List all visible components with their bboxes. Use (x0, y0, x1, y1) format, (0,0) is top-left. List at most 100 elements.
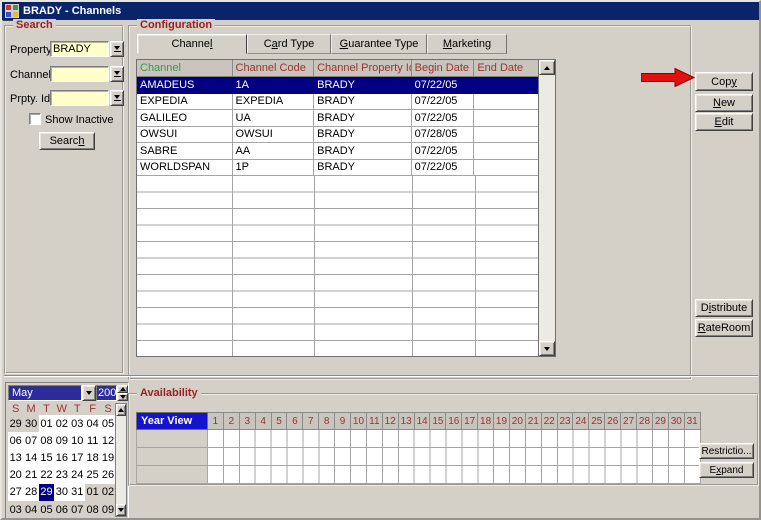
tab[interactable]: Guarantee Type (331, 34, 427, 54)
column-header[interactable]: Channel Property Id (314, 60, 412, 76)
calendar-day[interactable]: 04 (23, 501, 38, 518)
app-window: BRADY - Channels Search Property Channel… (0, 0, 761, 520)
column-header[interactable]: Begin Date (412, 60, 475, 76)
calendar-day[interactable]: 18 (85, 449, 100, 466)
calendar-day[interactable]: 30 (23, 415, 38, 432)
property-input[interactable] (50, 41, 109, 57)
table-scrollbar[interactable] (539, 59, 556, 357)
distribute-button[interactable]: Distribute (695, 299, 753, 317)
scroll-down-button[interactable] (116, 504, 126, 516)
calendar-day[interactable]: 17 (70, 449, 85, 466)
copy-button[interactable]: Copy (695, 72, 753, 91)
calendar-day[interactable]: 26 (100, 467, 115, 484)
calendar-day[interactable]: 08 (85, 501, 100, 518)
availability-panel-title: Availability (137, 387, 201, 399)
calendar-day[interactable]: 22 (39, 467, 54, 484)
cell-end-date (474, 160, 538, 177)
calendar-day[interactable]: 09 (54, 432, 69, 449)
calendar-day[interactable]: 07 (70, 501, 85, 518)
scroll-up-button[interactable] (116, 404, 126, 416)
calendar-day[interactable]: 03 (8, 501, 23, 518)
year-view-cell[interactable]: Year View (136, 412, 208, 430)
calendar-day[interactable]: 10 (70, 432, 85, 449)
calendar-day[interactable]: 03 (70, 415, 85, 432)
cell-channel-property-id: BRADY (314, 77, 412, 94)
calendar-day[interactable]: 04 (85, 415, 100, 432)
calendar-scrollbar[interactable] (115, 403, 127, 517)
show-inactive-checkbox[interactable] (29, 113, 41, 125)
column-header[interactable]: End Date (474, 60, 538, 76)
tab[interactable]: Card Type (247, 34, 331, 54)
property-id-dropdown-button[interactable] (110, 90, 124, 106)
calendar-day[interactable]: 05 (100, 415, 115, 432)
calendar-day[interactable]: 19 (100, 449, 115, 466)
calendar-day[interactable]: 06 (54, 501, 69, 518)
day-number-header: 7 (303, 412, 319, 430)
table-row[interactable]: GALILEO UA BRADY 07/22/05 (137, 110, 538, 127)
cell-begin-date: 07/22/05 (412, 77, 475, 94)
availability-row-label (136, 448, 208, 466)
calendar-day[interactable]: 31 (70, 484, 85, 501)
calendar-day[interactable]: 16 (54, 449, 69, 466)
restrictions-button[interactable]: Restrictio... (699, 443, 754, 459)
availability-row-cells[interactable] (208, 448, 701, 466)
table-row[interactable]: WORLDSPAN 1P BRADY 07/22/05 (137, 160, 538, 177)
year-down-button[interactable] (117, 393, 128, 401)
calendar-day[interactable]: 25 (85, 467, 100, 484)
calendar-day[interactable]: 28 (23, 484, 38, 501)
calendar-day[interactable]: 14 (23, 449, 38, 466)
calendar-day[interactable]: 11 (85, 432, 100, 449)
calendar-day[interactable]: 30 (54, 484, 69, 501)
rateroom-button[interactable]: RateRoom (695, 319, 753, 337)
day-number-header: 6 (287, 412, 303, 430)
property-id-input[interactable] (50, 90, 109, 106)
calendar-day[interactable]: 07 (23, 432, 38, 449)
tab[interactable]: Marketing (427, 34, 507, 54)
calendar-day[interactable]: 02 (100, 484, 115, 501)
calendar-day[interactable]: 05 (39, 501, 54, 518)
calendar-day[interactable]: 08 (39, 432, 54, 449)
calendar-day[interactable]: 01 (85, 484, 100, 501)
table-row[interactable]: AMADEUS 1A BRADY 07/22/05 (137, 77, 538, 94)
calendar-day[interactable]: 20 (8, 467, 23, 484)
column-header[interactable]: Channel Code (233, 60, 315, 76)
calendar-day[interactable]: 29 (39, 484, 54, 501)
channel-dropdown-button[interactable] (110, 66, 124, 82)
calendar-day[interactable]: 15 (39, 449, 54, 466)
up-arrow-icon (118, 408, 124, 412)
calendar-day[interactable]: 23 (54, 467, 69, 484)
edit-button[interactable]: Edit (695, 113, 753, 131)
calendar-day[interactable]: 12 (100, 432, 115, 449)
search-button[interactable]: Search (39, 132, 95, 150)
calendar-day[interactable]: 21 (23, 467, 38, 484)
calendar-day[interactable]: 01 (39, 415, 54, 432)
property-dropdown-button[interactable] (110, 41, 124, 57)
expand-button[interactable]: Expand (699, 462, 754, 478)
year-up-button[interactable] (117, 385, 128, 393)
calendar-day[interactable]: 06 (8, 432, 23, 449)
channel-input[interactable] (50, 66, 109, 82)
table-row[interactable]: EXPEDIA EXPEDIA BRADY 07/22/05 (137, 94, 538, 111)
month-dropdown-button[interactable] (82, 385, 96, 401)
calendar-day[interactable]: 02 (54, 415, 69, 432)
column-header[interactable]: Channel (137, 60, 233, 76)
channel-label: Channel (10, 69, 51, 81)
calendar-day[interactable]: 24 (70, 467, 85, 484)
year-field[interactable]: 2007 (96, 385, 117, 401)
scroll-down-button[interactable] (539, 341, 555, 356)
availability-row-cells[interactable] (208, 430, 701, 448)
calendar-day[interactable]: 09 (100, 501, 115, 518)
new-button[interactable]: New (695, 94, 753, 112)
calendar-day[interactable]: 27 (8, 484, 23, 501)
table-row[interactable]: OWSUI OWSUI BRADY 07/28/05 (137, 127, 538, 144)
availability-row-cells[interactable] (208, 466, 701, 484)
calendar-day[interactable]: 13 (8, 449, 23, 466)
calendar-day[interactable]: 29 (8, 415, 23, 432)
month-select[interactable]: May (8, 385, 82, 401)
table-row[interactable]: SABRE AA BRADY 07/22/05 (137, 143, 538, 160)
scroll-up-button[interactable] (539, 60, 555, 75)
dropdown-bar-icon (114, 76, 121, 77)
scroll-track[interactable] (116, 416, 126, 504)
tab[interactable]: Channel (137, 34, 247, 54)
scroll-track[interactable] (539, 75, 555, 341)
